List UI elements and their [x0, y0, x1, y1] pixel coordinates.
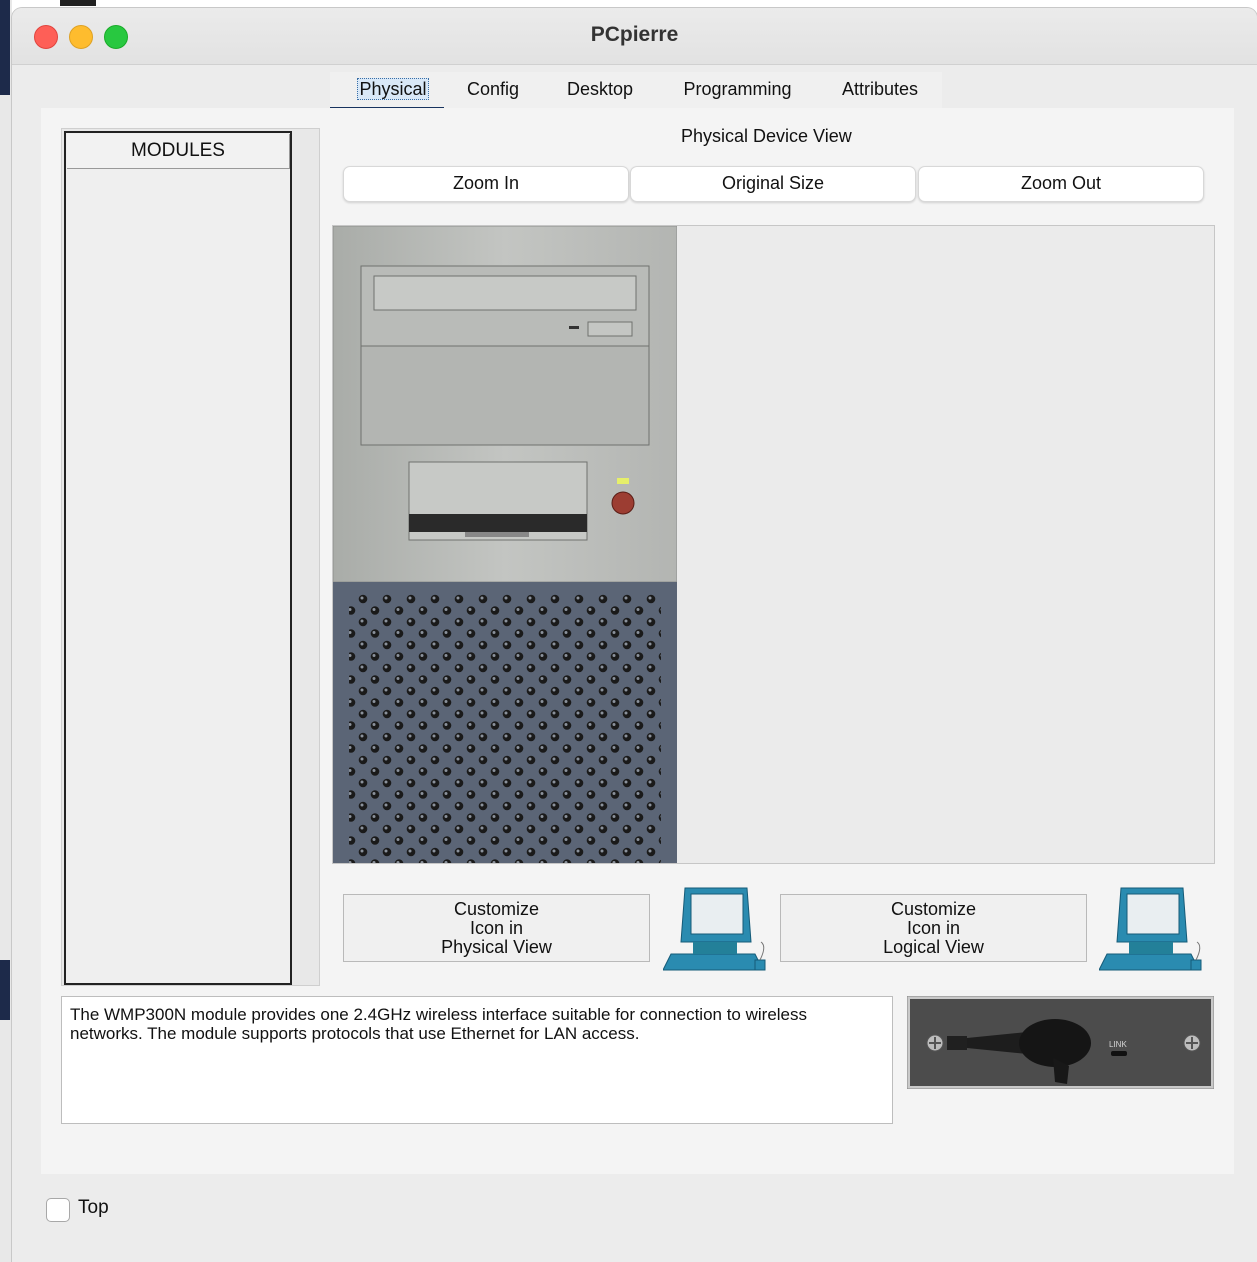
- pc-logical-icon: [1099, 887, 1202, 971]
- desktop-background: [0, 0, 12, 1262]
- physical-device-view: [332, 225, 1215, 864]
- module-description: The WMP300N module provides one 2.4GHz w…: [61, 996, 893, 1124]
- desktop-background-strip: [0, 0, 10, 95]
- tab-physical[interactable]: Physical: [348, 72, 438, 109]
- pc-physical-icon: [663, 887, 766, 971]
- physical-panel: MODULES Physical Device View Zoom In Ori…: [41, 108, 1234, 1174]
- top-checkbox-label: Top: [78, 1197, 109, 1218]
- device-window: PCpierre Physical Config Desktop Program…: [12, 8, 1257, 1262]
- window-title: PCpierre: [590, 23, 679, 46]
- modules-panel: MODULES: [61, 128, 320, 986]
- tab-programming[interactable]: Programming: [670, 72, 805, 109]
- modules-list[interactable]: MODULES: [64, 131, 292, 985]
- svg-text:LINK: LINK: [1109, 1040, 1127, 1049]
- modules-header: MODULES: [67, 134, 290, 169]
- customize-logical-icon-button[interactable]: Customize Icon in Logical View: [780, 894, 1087, 962]
- zoom-in-button[interactable]: Zoom In: [343, 166, 629, 202]
- physical-device-view-label: Physical Device View: [681, 126, 852, 146]
- original-size-button[interactable]: Original Size: [630, 166, 916, 202]
- tab-attributes[interactable]: Attributes: [830, 72, 930, 109]
- tab-desktop[interactable]: Desktop: [555, 72, 645, 109]
- top-checkbox[interactable]: [46, 1198, 70, 1222]
- zoom-out-button[interactable]: Zoom Out: [918, 166, 1204, 202]
- wmp300n-module-image: LINK: [907, 996, 1214, 1089]
- tab-bar: Physical Config Desktop Programming Attr…: [330, 72, 942, 109]
- title-bar: PCpierre: [12, 8, 1257, 65]
- pc-tower-image: [333, 226, 677, 863]
- tab-config[interactable]: Config: [458, 72, 528, 109]
- customize-physical-icon-button[interactable]: Customize Icon in Physical View: [343, 894, 650, 962]
- desktop-background-strip: [0, 960, 10, 1020]
- desktop-background-strip: [60, 0, 96, 6]
